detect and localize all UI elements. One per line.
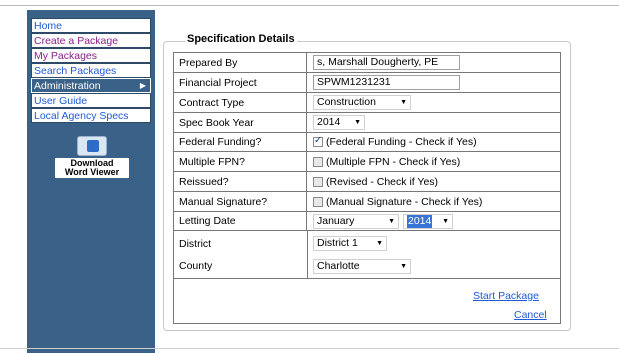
contract-type-select[interactable]: Construction ▼ xyxy=(313,95,411,110)
federal-funding-label: Federal Funding? xyxy=(174,133,307,151)
district-select[interactable]: District 1 ▼ xyxy=(313,236,387,251)
chevron-down-icon: ▼ xyxy=(442,217,449,225)
letting-month-select[interactable]: January ▼ xyxy=(313,213,399,229)
letting-year-select[interactable]: 2014 ▼ xyxy=(403,213,453,229)
multiple-fpn-text: (Multiple FPN - Check if Yes) xyxy=(326,155,461,168)
row-multiple-fpn: Multiple FPN? (Multiple FPN - Check if Y… xyxy=(174,152,560,172)
sidebar-item-administration-label: Administration xyxy=(34,80,101,92)
spec-book-year-label: Spec Book Year xyxy=(174,113,307,132)
county-label: County xyxy=(179,260,213,272)
download-word-viewer-label: Download Word Viewer xyxy=(55,158,129,178)
sidebar-nav: Home Create a Package My Packages Search… xyxy=(31,18,151,123)
specification-form: Prepared By s, Marshall Dougherty, PE Fi… xyxy=(173,52,561,324)
word-viewer-line2: Word Viewer xyxy=(64,167,120,177)
row-letting-date: Letting Date January ▼ 2014 ▼ xyxy=(174,212,560,231)
prepared-by-input[interactable]: s, Marshall Dougherty, PE xyxy=(313,55,460,70)
district-value: District 1 xyxy=(317,237,358,249)
sidebar-item-my-packages[interactable]: My Packages xyxy=(31,48,151,63)
submenu-arrow-icon: ▶ xyxy=(139,81,146,90)
sidebar-item-create-package[interactable]: Create a Package xyxy=(31,33,151,48)
contract-type-label: Contract Type xyxy=(174,93,307,112)
sidebar-item-administration[interactable]: Administration ▶ xyxy=(31,78,151,93)
reissued-checkbox[interactable] xyxy=(313,176,323,187)
letting-date-label: Letting Date xyxy=(174,212,307,230)
manual-signature-label: Manual Signature? xyxy=(174,192,307,211)
reissued-text: (Revised - Check if Yes) xyxy=(326,175,439,188)
district-label: District xyxy=(179,238,212,250)
manual-signature-checkbox[interactable] xyxy=(313,196,323,207)
row-manual-signature: Manual Signature? (Manual Signature - Ch… xyxy=(174,192,560,212)
sidebar: Home Create a Package My Packages Search… xyxy=(27,10,155,353)
prepared-by-label: Prepared By xyxy=(174,53,307,72)
top-divider xyxy=(0,5,619,6)
financial-project-label: Financial Project xyxy=(174,73,307,92)
row-prepared-by: Prepared By s, Marshall Dougherty, PE xyxy=(174,53,560,73)
chevron-down-icon: ▼ xyxy=(400,263,407,270)
letting-year-value: 2014 xyxy=(407,214,433,228)
county-select[interactable]: Charlotte ▼ xyxy=(313,259,411,274)
federal-funding-checkbox[interactable] xyxy=(313,135,323,147)
financial-project-input[interactable]: SPWM1231231 xyxy=(313,75,460,90)
chevron-down-icon: ▼ xyxy=(388,217,395,225)
chevron-down-icon: ▼ xyxy=(354,119,361,126)
multiple-fpn-label: Multiple FPN? xyxy=(174,152,307,171)
row-spec-book-year: Spec Book Year 2014 ▼ xyxy=(174,113,560,133)
spec-book-year-value: 2014 xyxy=(317,116,341,128)
location-block: District District 1 ▼ County Charlotte ▼ xyxy=(174,231,560,279)
sidebar-item-user-guide[interactable]: User Guide xyxy=(31,93,151,108)
row-contract-type: Contract Type Construction ▼ xyxy=(174,93,560,113)
sidebar-item-home[interactable]: Home xyxy=(31,18,151,33)
row-reissued: Reissued? (Revised - Check if Yes) xyxy=(174,172,560,192)
multiple-fpn-checkbox[interactable] xyxy=(313,156,323,167)
word-viewer-icon xyxy=(77,136,107,156)
row-financial-project: Financial Project SPWM1231231 xyxy=(174,73,560,93)
panel-title: Specification Details xyxy=(185,33,297,45)
cancel-link[interactable]: Cancel xyxy=(514,309,547,321)
reissued-label: Reissued? xyxy=(174,172,307,191)
row-federal-funding: Federal Funding? (Federal Funding - Chec… xyxy=(174,133,560,152)
letting-month-value: January xyxy=(317,214,355,227)
download-word-viewer-link[interactable]: Download Word Viewer xyxy=(55,136,129,178)
manual-signature-text: (Manual Signature - Check if Yes) xyxy=(326,195,483,208)
sidebar-item-local-agency-specs[interactable]: Local Agency Specs xyxy=(31,108,151,123)
bottom-divider xyxy=(0,348,619,349)
county-value: Charlotte xyxy=(317,260,360,272)
chevron-down-icon: ▼ xyxy=(376,240,383,247)
sidebar-item-search-packages[interactable]: Search Packages xyxy=(31,63,151,78)
spec-book-year-select[interactable]: 2014 ▼ xyxy=(313,115,365,130)
contract-type-value: Construction xyxy=(317,96,376,108)
federal-funding-text: (Federal Funding - Check if Yes) xyxy=(326,136,477,148)
start-package-link[interactable]: Start Package xyxy=(473,290,539,302)
chevron-down-icon: ▼ xyxy=(400,99,407,106)
